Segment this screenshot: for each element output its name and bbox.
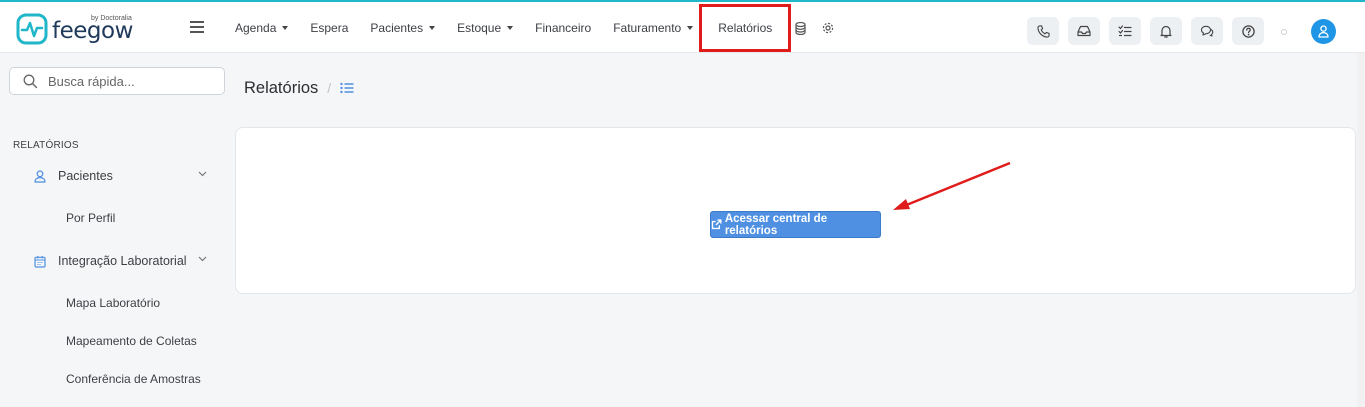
sidebar-item-pacientes[interactable]: Pacientes: [34, 165, 214, 187]
user-icon: [1318, 25, 1329, 38]
breadcrumb-separator: /: [327, 80, 332, 96]
sidebar-subitem-mapa-laboratorio[interactable]: Mapa Laboratório: [66, 293, 160, 313]
list-icon[interactable]: [340, 82, 354, 94]
sidebar-subitem-mapeamento-de-coletas[interactable]: Mapeamento de Coletas: [66, 331, 197, 351]
sidebar-heading: RELATÓRIOS: [13, 140, 79, 151]
nav-item-espera[interactable]: Espera: [299, 15, 359, 41]
nav-item-relatorios[interactable]: Relatórios: [699, 4, 792, 52]
nav-item-estoque[interactable]: Estoque: [446, 15, 524, 41]
logo-heart-icon: [16, 13, 48, 45]
search-input[interactable]: [48, 71, 218, 91]
nav-item-financeiro[interactable]: Financeiro: [524, 15, 602, 41]
caret-down-icon: [282, 26, 289, 30]
external-link-icon: [711, 219, 722, 230]
sidebar-item-label: Integração Laboratorial: [58, 254, 187, 268]
brand-logo[interactable]: by Doctoralia feegow: [16, 13, 146, 49]
gear-icon[interactable]: [814, 15, 842, 41]
inbox-icon[interactable]: [1068, 17, 1100, 45]
nav-item-agenda[interactable]: Agenda: [224, 15, 299, 41]
help-icon[interactable]: [1232, 17, 1264, 45]
page-scrollbar[interactable]: [1357, 53, 1365, 407]
chat-icon[interactable]: [1191, 17, 1223, 45]
sidebar-subitem-conferencia-de-amostras[interactable]: Conferência de Amostras: [66, 369, 201, 389]
phone-icon[interactable]: [1027, 17, 1059, 45]
page-title: Relatórios: [244, 78, 319, 97]
calendar-icon: [34, 255, 48, 268]
database-icon[interactable]: [786, 15, 814, 41]
sidebar-item-label: Pacientes: [58, 169, 113, 183]
quick-search: [9, 67, 225, 95]
sidebar-subitem-por-perfil[interactable]: Por Perfil: [66, 208, 115, 228]
chevron-down-icon: [198, 256, 207, 262]
main-nav: Agenda Espera Pacientes Estoque Financei…: [224, 4, 842, 52]
button-label: Acessar central de relatórios: [724, 212, 828, 237]
header-actions: [1027, 17, 1273, 45]
user-icon: [34, 169, 48, 183]
breadcrumb: Relatórios /: [244, 77, 354, 99]
open-reports-central-button[interactable]: Acessar central de relatórios: [710, 211, 881, 238]
avatar[interactable]: [1311, 19, 1336, 44]
top-header: by Doctoralia feegow Agenda Espera Pacie…: [0, 2, 1365, 53]
caret-down-icon: [507, 26, 514, 30]
brand-name: feegow: [52, 18, 133, 44]
status-dot: [1281, 29, 1287, 35]
caret-down-icon: [429, 26, 436, 30]
search-icon: [23, 74, 38, 89]
nav-item-faturamento[interactable]: Faturamento: [602, 15, 704, 41]
sidebar-item-integracao-laboratorial[interactable]: Integração Laboratorial: [34, 250, 214, 272]
chevron-down-icon: [198, 171, 207, 177]
annotation-arrow-icon: [893, 161, 1011, 210]
menu-toggle-icon[interactable]: [190, 21, 204, 33]
bell-icon[interactable]: [1150, 17, 1182, 45]
nav-item-pacientes[interactable]: Pacientes: [359, 15, 446, 41]
caret-down-icon: [687, 26, 694, 30]
tasks-icon[interactable]: [1109, 17, 1141, 45]
